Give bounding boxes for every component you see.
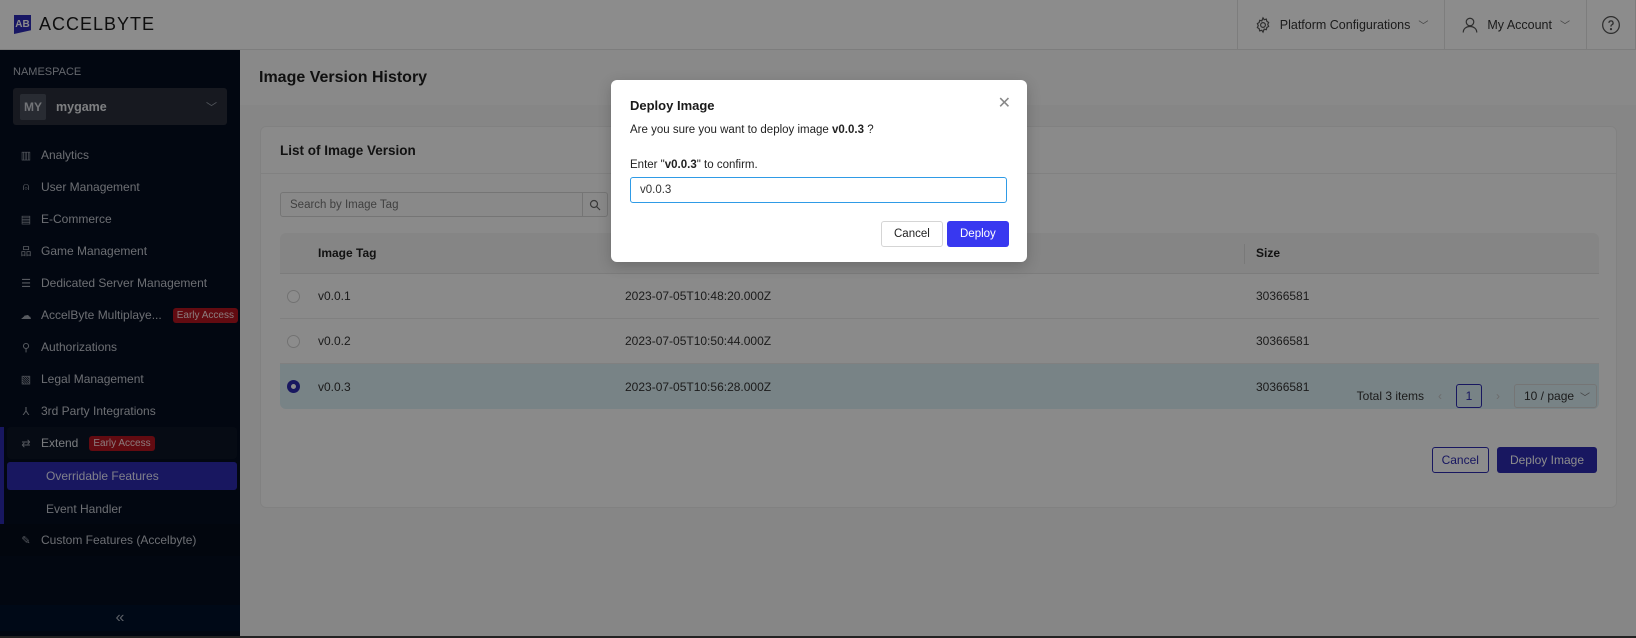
hint-tag: v0.0.3: [664, 159, 697, 171]
confirm-tag-input[interactable]: [630, 177, 1007, 203]
close-icon[interactable]: ✕: [998, 93, 1011, 113]
message-tag: v0.0.3: [832, 124, 864, 136]
dialog-deploy-button[interactable]: Deploy: [947, 221, 1009, 247]
hint-text: Enter ": [630, 159, 665, 171]
dialog-message: Are you sure you want to deploy image v0…: [630, 124, 874, 136]
dialog-title: Deploy Image: [630, 98, 715, 113]
message-text: Are you sure you want to deploy image: [630, 124, 833, 136]
dialog-cancel-button[interactable]: Cancel: [881, 221, 943, 247]
message-suffix: ?: [864, 124, 874, 136]
deploy-image-dialog: Deploy Image ✕ Are you sure you want to …: [611, 80, 1027, 262]
confirm-hint: Enter "v0.0.3" to confirm.: [630, 159, 758, 171]
hint-suffix: " to confirm.: [696, 159, 758, 171]
